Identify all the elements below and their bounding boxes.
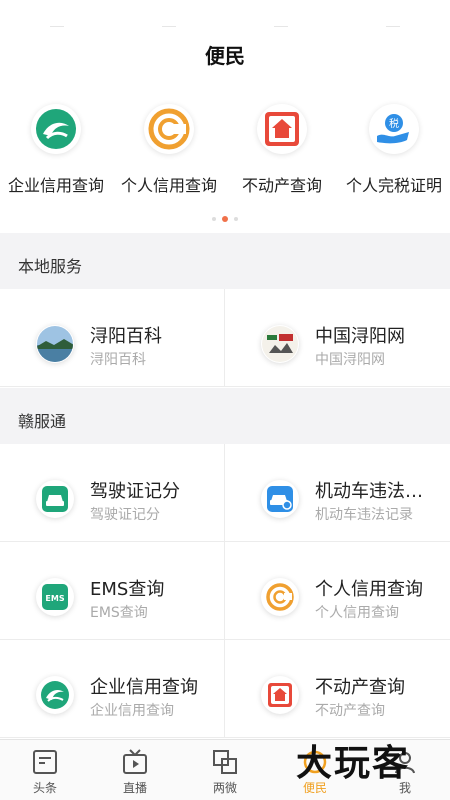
headline-icon xyxy=(30,747,60,777)
service-enterprise-credit[interactable]: 企业信用查询 企业信用查询 xyxy=(0,640,225,738)
quick-item-tax-certificate[interactable]: 税 个人完税证明 xyxy=(338,104,450,196)
quick-item-enterprise-credit[interactable]: 企业信用查询 xyxy=(0,104,112,196)
service-driver-license[interactable]: 驾驶证记分 驾驶证记分 xyxy=(0,444,225,542)
section-title: 赣服通 xyxy=(18,412,67,431)
service-title: 个人信用查询 xyxy=(315,579,423,600)
real-estate-icon xyxy=(261,676,299,714)
quick-item-label: 个人完税证明 xyxy=(345,176,442,195)
service-subtitle: EMS查询 xyxy=(90,605,148,621)
service-title: 企业信用查询 xyxy=(90,677,198,698)
quick-item-label: 企业信用查询 xyxy=(7,176,104,195)
tab-headline[interactable]: 头条 xyxy=(0,740,90,800)
status-bar xyxy=(0,0,450,30)
enterprise-credit-icon xyxy=(31,104,81,154)
ems-icon: EMS xyxy=(36,578,74,616)
weibo-wechat-icon xyxy=(210,747,240,777)
page-title: 便民 xyxy=(205,44,245,68)
section-title: 本地服务 xyxy=(18,257,83,276)
quick-services-row: 企业信用查询 个人信用查询 不动产查询 税 个人完税证明 xyxy=(0,104,450,204)
status-divider xyxy=(162,26,176,27)
personal-credit-icon xyxy=(261,578,299,616)
service-vehicle-violation[interactable]: 机动车违法记录 机动车违法记录 xyxy=(225,444,450,542)
service-subtitle: 驾驶证记分 xyxy=(90,507,160,523)
real-estate-icon xyxy=(257,104,307,154)
carousel-dot xyxy=(234,217,238,221)
quick-item-real-estate[interactable]: 不动产查询 xyxy=(226,104,338,196)
service-ems[interactable]: EMS EMS查询 EMS查询 xyxy=(0,542,225,640)
service-title: EMS查询 xyxy=(90,579,165,600)
quick-item-personal-credit[interactable]: 个人信用查询 xyxy=(113,104,225,196)
service-subtitle: 企业信用查询 xyxy=(90,703,174,719)
driver-license-icon xyxy=(36,480,74,518)
xunyang-net-icon xyxy=(261,325,299,363)
carousel-indicator[interactable] xyxy=(0,216,450,222)
personal-credit-icon xyxy=(144,104,194,154)
tab-label: 两微 xyxy=(212,781,237,795)
watermark-logo: 大玩客 xyxy=(296,743,411,784)
tv-icon xyxy=(120,747,150,777)
tab-label: 头条 xyxy=(32,781,57,795)
enterprise-credit-icon xyxy=(36,676,74,714)
quick-item-label: 个人信用查询 xyxy=(120,176,217,195)
tax-certificate-icon: 税 xyxy=(369,104,419,154)
tab-live[interactable]: 直播 xyxy=(90,740,180,800)
service-title: 驾驶证记分 xyxy=(90,481,180,502)
section-header-ganfutong: 赣服通 xyxy=(0,388,450,444)
tab-label: 直播 xyxy=(122,781,147,795)
service-title: 不动产查询 xyxy=(315,677,405,698)
status-divider xyxy=(274,26,288,27)
xunyang-baike-icon xyxy=(36,325,74,363)
service-subtitle: 个人信用查询 xyxy=(315,605,399,621)
service-personal-credit[interactable]: 个人信用查询 个人信用查询 xyxy=(225,542,450,640)
svg-text:EMS: EMS xyxy=(45,594,64,603)
service-real-estate[interactable]: 不动产查询 不动产查询 xyxy=(225,640,450,738)
service-subtitle: 中国浔阳网 xyxy=(315,352,385,368)
svg-text:税: 税 xyxy=(389,117,399,130)
service-subtitle: 浔阳百科 xyxy=(90,352,146,368)
vehicle-violation-icon xyxy=(261,480,299,518)
status-divider xyxy=(386,26,400,27)
service-title: 机动车违法记录 xyxy=(315,481,440,502)
section-header-local-services: 本地服务 xyxy=(0,233,450,289)
service-subtitle: 不动产查询 xyxy=(315,703,385,719)
quick-item-label: 不动产查询 xyxy=(241,176,322,195)
service-subtitle: 机动车违法记录 xyxy=(315,507,413,523)
status-divider xyxy=(50,26,64,27)
service-title: 中国浔阳网 xyxy=(315,326,405,347)
service-xunyang-net[interactable]: 中国浔阳网 中国浔阳网 xyxy=(225,289,450,387)
service-xunyang-baike[interactable]: 浔阳百科 浔阳百科 xyxy=(0,289,225,387)
tab-weibo-wechat[interactable]: 两微 xyxy=(180,740,270,800)
service-title: 浔阳百科 xyxy=(90,326,162,347)
carousel-dot-active xyxy=(222,216,228,222)
carousel-dot xyxy=(212,217,216,221)
